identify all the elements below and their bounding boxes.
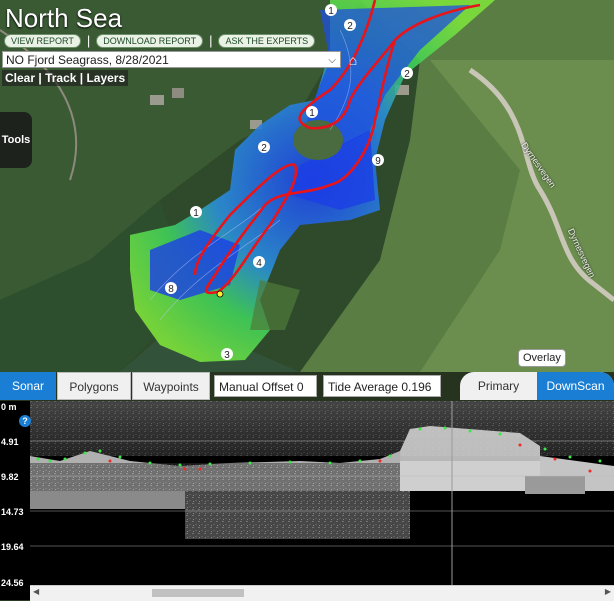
depth-label: 0 m xyxy=(1,402,17,412)
depth-label: 9.82 xyxy=(1,472,19,482)
view-report-link[interactable]: VIEW REPORT xyxy=(4,33,81,48)
sonar-scrollbar[interactable]: ◀ ▶ xyxy=(30,585,614,601)
survey-select-value: NO Fjord Seagrass, 8/28/2021 xyxy=(6,53,169,67)
contour-label: 2 xyxy=(404,69,410,80)
depth-label: 19.64 xyxy=(1,542,24,552)
contour-label: 8 xyxy=(168,284,174,295)
current-position-marker xyxy=(216,290,224,298)
layers-button[interactable]: Layers xyxy=(86,71,125,85)
contour-label: 3 xyxy=(224,350,230,361)
tab-sonar[interactable]: Sonar xyxy=(0,372,56,400)
contour-label: 2 xyxy=(261,143,267,154)
contour-label: 1 xyxy=(309,108,315,119)
depth-label: 14.73 xyxy=(1,507,24,517)
contour-label: 1 xyxy=(328,6,334,17)
help-icon[interactable]: ? xyxy=(19,415,31,427)
divider: | xyxy=(86,33,91,48)
primary-button[interactable]: Primary xyxy=(460,372,537,400)
tab-polygons[interactable]: Polygons xyxy=(57,372,131,400)
depth-label: 24.56 xyxy=(1,578,24,588)
contour-label: 1 xyxy=(193,208,199,219)
contour-label: 2 xyxy=(347,21,353,32)
chevron-down-icon: ⌵ xyxy=(328,55,336,66)
scroll-left-icon[interactable]: ◀ xyxy=(33,587,39,596)
header-links: VIEW REPORT | DOWNLOAD REPORT | ASK THE … xyxy=(4,33,316,48)
downscan-button[interactable]: DownScan xyxy=(537,372,614,400)
home-icon[interactable]: ⌂ xyxy=(344,51,362,69)
track-button[interactable]: Track xyxy=(45,71,76,85)
depth-label: 4.91 xyxy=(1,437,19,447)
map-view[interactable]: 1 2 2 1 2 9 1 8 4 3 Dyrnesvegen Dyrnesve… xyxy=(0,0,614,372)
view-toggle: Primary DownScan xyxy=(460,372,614,400)
scrollbar-thumb[interactable] xyxy=(152,589,244,597)
tools-button[interactable]: Tools xyxy=(0,112,32,168)
tide-average-field[interactable]: Tide Average 0.196 m xyxy=(323,375,441,416)
manual-offset-field[interactable]: Manual Offset 0 m xyxy=(214,375,317,416)
contour-label: 9 xyxy=(375,156,381,167)
sonar-canvas[interactable] xyxy=(0,401,614,600)
map-controls: Clear | Track | Layers xyxy=(2,70,129,86)
sonar-toolbar: Sonar Polygons Waypoints Manual Offset 0… xyxy=(0,372,614,416)
scroll-right-icon[interactable]: ▶ xyxy=(605,587,611,596)
tab-waypoints[interactable]: Waypoints xyxy=(132,372,210,400)
clear-button[interactable]: Clear xyxy=(5,71,35,85)
sonar-view[interactable]: 0 m ? 4.91 9.82 14.73 19.64 24.56 xyxy=(0,401,614,600)
ask-experts-link[interactable]: ASK THE EXPERTS xyxy=(218,33,316,48)
download-report-link[interactable]: DOWNLOAD REPORT xyxy=(96,33,204,48)
overlay-button[interactable]: Overlay xyxy=(518,349,566,367)
page-title: North Sea xyxy=(5,3,123,33)
divider: | xyxy=(209,33,213,48)
contour-label: 4 xyxy=(256,258,262,269)
survey-select[interactable]: NO Fjord Seagrass, 8/28/2021 ⌵ xyxy=(2,51,341,68)
